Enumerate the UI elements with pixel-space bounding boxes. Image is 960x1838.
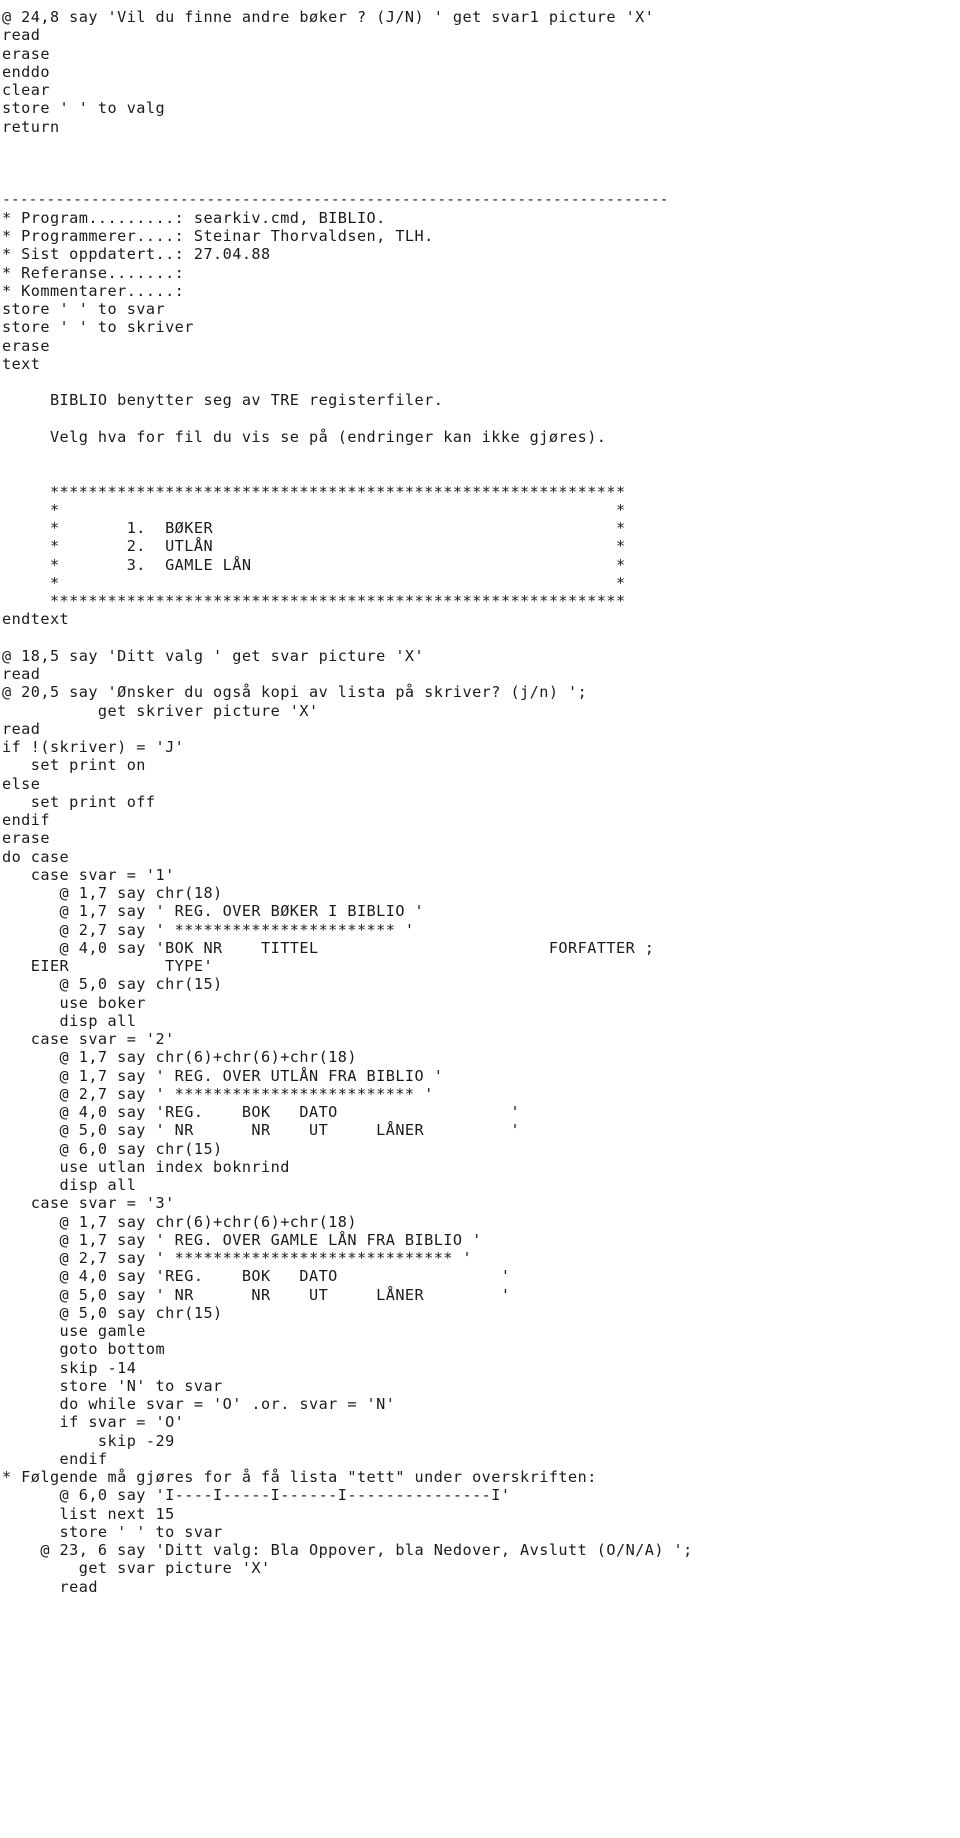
code-line: @ 4,0 say 'REG. BOK DATO ' (2, 1103, 521, 1121)
code-line: Velg hva for fil du vis se på (endringer… (2, 427, 607, 446)
code-line: @ 2,7 say ' ************************* ' (2, 1084, 434, 1103)
code-line: disp all (2, 1176, 137, 1194)
code-line: @ 24,8 say 'Vil du finne andre bøker ? (… (2, 8, 655, 26)
code-line: store 'N' to svar (2, 1376, 223, 1395)
code-line: erase (2, 336, 50, 355)
code-line: erase (2, 829, 50, 848)
code-line: @ 2,7 say ' *********************** ' (2, 920, 415, 939)
code-line: @ 4,0 say 'BOK NR TITTEL FORFATTER ; (2, 938, 655, 957)
code-line: use gamle (2, 1322, 146, 1340)
code-line: read (2, 719, 41, 738)
code-line: read (2, 1577, 98, 1596)
code-line: use utlan index boknrind (2, 1157, 290, 1176)
code-line: disp all (2, 1011, 137, 1030)
code-line: case svar = '3' (2, 1194, 175, 1213)
code-line: read (2, 665, 41, 683)
code-line: text (2, 354, 41, 373)
code-line: * 3. GAMLE LÅN * (2, 555, 626, 574)
code-line: do case (2, 847, 70, 866)
code-line: BIBLIO benytter seg av TRE registerfiler… (2, 391, 444, 410)
code-line: return (2, 117, 60, 136)
code-line: if svar = 'O' (2, 1413, 185, 1432)
code-line: @ 20,5 say 'Ønsker du også kopi av lista… (2, 683, 588, 702)
code-line: skip -29 (2, 1431, 175, 1450)
code-line: case svar = '1' (2, 865, 175, 884)
code-line: store ' ' to svar (2, 1522, 223, 1541)
code-line: @ 2,7 say ' ****************************… (2, 1249, 473, 1267)
code-line: list next 15 (2, 1504, 175, 1523)
code-line: ****************************************… (2, 592, 626, 610)
code-line: get svar picture 'X' (2, 1559, 271, 1578)
code-line: skip -14 (2, 1358, 137, 1377)
code-line: store ' ' to skriver (2, 318, 194, 337)
code-line: set print off (2, 792, 156, 811)
code-line: set print on (2, 756, 146, 775)
code-line: * Sist oppdatert..: 27.04.88 (2, 245, 271, 264)
code-line: @ 4,0 say 'REG. BOK DATO ' (2, 1267, 511, 1286)
code-line: * Kommentarer.....: (2, 281, 185, 300)
code-line: EIER TYPE' (2, 957, 214, 975)
code-line: use boker (2, 993, 146, 1012)
code-line: ****************************************… (2, 482, 626, 501)
code-line: * Programmerer....: Steinar Thorvaldsen,… (2, 227, 434, 245)
source-code-listing: @ 24,8 say 'Vil du finne andre bøker ? (… (0, 0, 960, 1596)
code-line: if !(skriver) = 'J' (2, 738, 185, 756)
code-line: @ 1,7 say ' REG. OVER GAMLE LÅN FRA BIBL… (2, 1230, 482, 1249)
code-line: * Følgende må gjøres for å få lista "tet… (2, 1468, 597, 1486)
code-line: store ' ' to valg (2, 99, 166, 118)
code-line: @ 6,0 say chr(15) (2, 1139, 223, 1158)
code-line: @ 1,7 say ' REG. OVER BØKER I BIBLIO ' (2, 902, 425, 921)
code-line: * 2. UTLÅN * (2, 537, 626, 556)
code-line: endtext (2, 610, 70, 629)
code-line: @ 6,0 say 'I----I-----I------I----------… (2, 1486, 511, 1505)
code-line: get skriver picture 'X' (2, 701, 319, 720)
code-line: else (2, 774, 41, 793)
code-line: * * (2, 500, 626, 519)
code-line: @ 1,7 say chr(6)+chr(6)+chr(18) (2, 1048, 357, 1067)
code-line: endif (2, 1449, 108, 1468)
code-line: * Program.........: searkiv.cmd, BIBLIO. (2, 208, 386, 227)
code-line: enddo (2, 62, 50, 81)
code-line: ----------------------------------------… (2, 190, 669, 208)
code-line: endif (2, 811, 50, 829)
code-line: @ 18,5 say 'Ditt valg ' get svar picture… (2, 646, 425, 665)
code-line: * Referanse.......: (2, 263, 185, 282)
code-line: erase (2, 44, 50, 63)
code-line: @ 23, 6 say 'Ditt valg: Bla Oppover, bla… (2, 1541, 693, 1559)
code-line: * 1. BØKER * (2, 519, 626, 537)
code-line: read (2, 26, 41, 45)
code-line: @ 1,7 say chr(6)+chr(6)+chr(18) (2, 1212, 357, 1231)
code-line: @ 1,7 say chr(18) (2, 884, 223, 902)
code-line: @ 1,7 say ' REG. OVER UTLÅN FRA BIBLIO ' (2, 1066, 444, 1085)
code-line: case svar = '2' (2, 1030, 175, 1048)
code-line: goto bottom (2, 1340, 166, 1359)
code-line: @ 5,0 say ' NR NR UT LÅNER ' (2, 1285, 511, 1304)
code-line: do while svar = 'O' .or. svar = 'N' (2, 1395, 396, 1413)
code-line: clear (2, 81, 50, 99)
code-line: * * (2, 573, 626, 592)
code-line: @ 5,0 say chr(15) (2, 975, 223, 994)
code-line: @ 5,0 say chr(15) (2, 1303, 223, 1322)
code-line: store ' ' to svar (2, 300, 166, 318)
code-line: @ 5,0 say ' NR NR UT LÅNER ' (2, 1121, 521, 1140)
